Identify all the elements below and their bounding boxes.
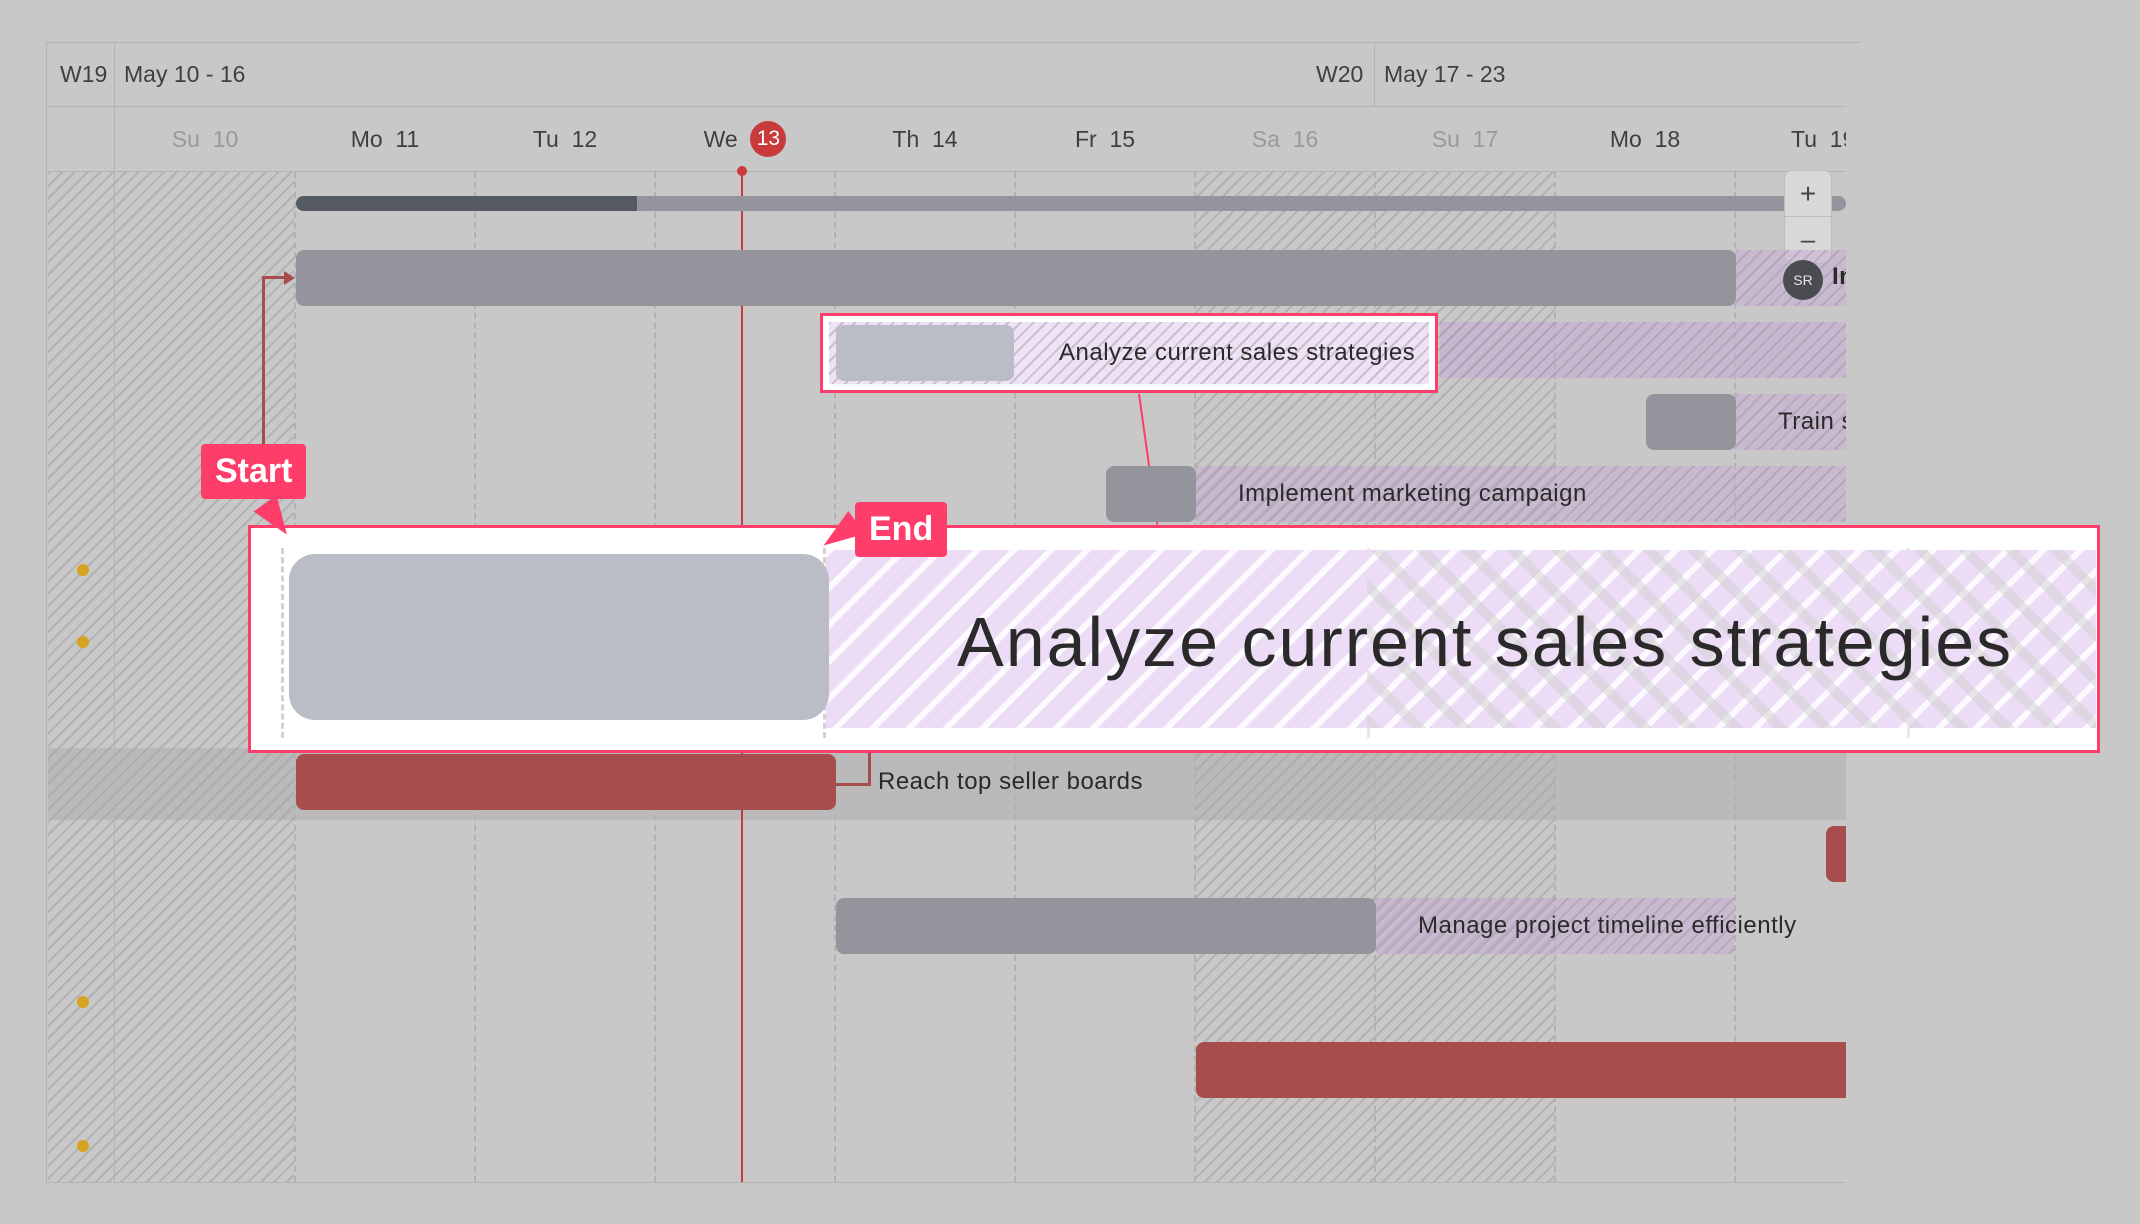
end-callout: End <box>855 502 948 557</box>
dependency-line <box>836 753 871 786</box>
magnified-task-label: Analyze current sales strategies <box>957 603 2014 681</box>
task-label: Implement marketing campaign <box>1238 480 1587 507</box>
row-marker <box>77 564 89 576</box>
header-divider <box>46 171 1846 172</box>
task-label: Manage project timeline efficiently <box>1418 912 1797 939</box>
project-progress-bar[interactable] <box>296 196 1846 211</box>
day-header-today[interactable]: We 13 <box>655 107 835 171</box>
footer-divider <box>46 1182 1846 1183</box>
dependency-line <box>262 276 265 446</box>
day-header[interactable]: Fr 15 <box>1015 107 1195 171</box>
row-marker <box>77 996 89 1008</box>
task-slack <box>1440 322 1846 378</box>
task-bar[interactable] <box>296 754 836 810</box>
today-marker <box>737 166 747 176</box>
day-header[interactable]: Sa 16 <box>1195 107 1375 171</box>
magnified-task-bar <box>289 554 829 720</box>
magnifier-panel: Analyze current sales strategies <box>248 525 2100 753</box>
task-label: Analyze current sales strategies <box>1059 339 1416 366</box>
task-bar[interactable] <box>836 898 1376 954</box>
dependency-arrow <box>284 271 295 285</box>
task-bar[interactable] <box>296 250 1736 306</box>
task-bar[interactable] <box>1196 1042 1846 1098</box>
task-bar[interactable] <box>836 325 1014 381</box>
week-number: W19 <box>60 60 108 87</box>
assignee-avatar[interactable]: SR <box>1783 260 1823 300</box>
day-header[interactable]: Mo 11 <box>295 107 475 171</box>
week-range: May 17 - 23 <box>1384 60 1506 87</box>
dependency-line <box>262 276 286 279</box>
day-header[interactable]: Su 17 <box>1375 107 1555 171</box>
highlight-box: Analyze current sales strategies <box>820 313 1438 393</box>
zoom-in-button[interactable]: + <box>1785 171 1831 217</box>
task-label: Reach top seller boards <box>878 768 1143 795</box>
row-marker <box>77 636 89 648</box>
day-header[interactable]: Tu 12 <box>475 107 655 171</box>
week-number: W20 <box>1316 60 1364 87</box>
progress-fill <box>296 196 637 211</box>
week-range: May 10 - 16 <box>124 60 246 87</box>
task-label: Train s <box>1778 408 1846 435</box>
task-bar[interactable] <box>1106 466 1196 522</box>
today-badge: 13 <box>750 121 787 157</box>
day-header[interactable]: Th 14 <box>835 107 1015 171</box>
start-callout: Start <box>201 444 307 499</box>
task-bar[interactable] <box>1826 826 1846 882</box>
day-header[interactable]: Mo 18 <box>1555 107 1735 171</box>
task-label: In <box>1832 263 1846 290</box>
day-header[interactable]: Tu 19 <box>1735 107 1846 171</box>
row-marker <box>77 1140 89 1152</box>
week-col-divider <box>114 42 115 1182</box>
task-bar[interactable] <box>1646 394 1736 450</box>
week-divider <box>1374 42 1375 106</box>
day-header[interactable]: Su 10 <box>115 107 295 171</box>
